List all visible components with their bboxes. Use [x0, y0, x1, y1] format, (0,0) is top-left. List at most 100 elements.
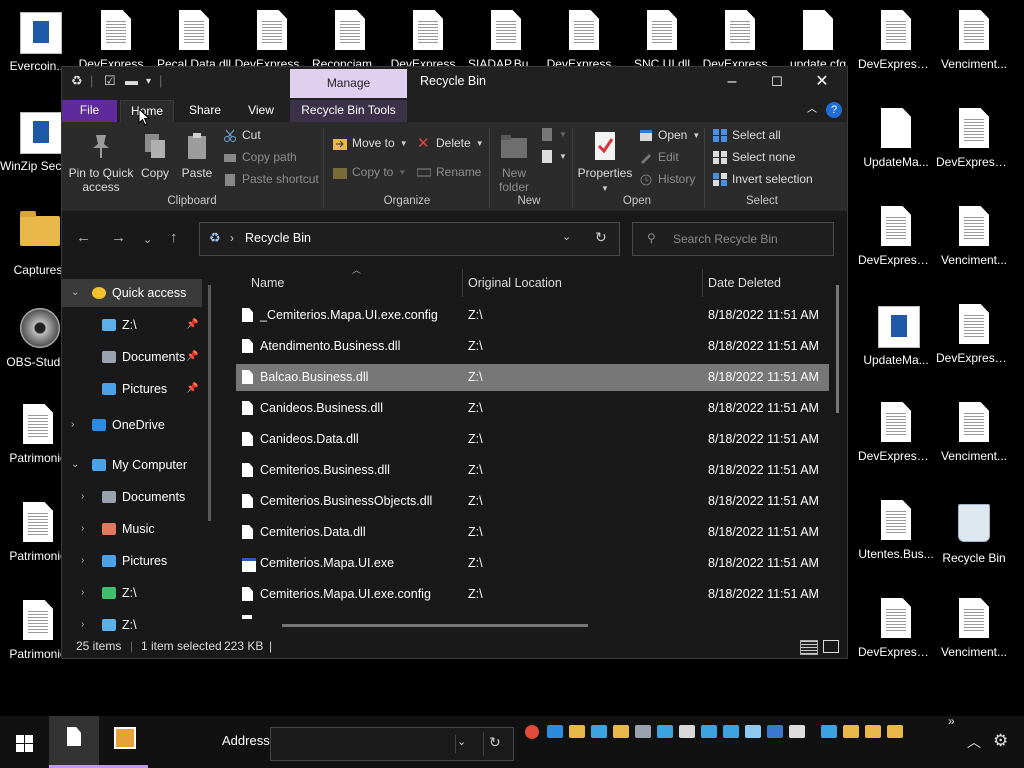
taskbar-media-button[interactable]: [98, 716, 148, 768]
desktop-icon[interactable]: DevExpress....: [936, 304, 1012, 365]
chevron-right-icon[interactable]: ›: [81, 483, 84, 511]
file-row[interactable]: Cemiterios.Data.dll Z:\ 8/18/2022 11:51 AM: [236, 519, 829, 546]
forward-arrow-icon[interactable]: →: [111, 229, 126, 246]
nav-item[interactable]: ⌄ My Computer: [62, 451, 202, 479]
desktop-icon[interactable]: Venciment...: [936, 402, 1012, 463]
chevron-down-icon[interactable]: ⌄: [71, 279, 79, 307]
column-header-original-location[interactable]: Original Location: [468, 271, 562, 295]
settings-gear-icon[interactable]: ⚙: [993, 731, 1008, 751]
toolbar-overflow-icon[interactable]: »: [948, 714, 955, 728]
nav-item[interactable]: › Pictures: [62, 547, 202, 575]
help-icon[interactable]: ?: [826, 102, 842, 118]
desktop-icon[interactable]: DevExpress...: [234, 10, 310, 71]
nav-item[interactable]: › Documents: [62, 483, 202, 511]
desktop-icon[interactable]: DevExpress....: [858, 402, 934, 463]
properties-qat-icon[interactable]: ☑: [104, 73, 116, 89]
chevron-right-icon[interactable]: ›: [81, 515, 84, 543]
taskbar-address-input[interactable]: ⌄ ↻: [270, 727, 514, 761]
app-shortcut-icon[interactable]: [657, 725, 673, 738]
file-row[interactable]: Balcao.Business.dll Z:\ 8/18/2022 11:51 AM: [236, 364, 829, 391]
nav-item[interactable]: ⌄ Quick access: [62, 279, 202, 307]
file-list-horizontal-scrollbar[interactable]: [282, 624, 588, 627]
large-icons-view-icon[interactable]: [823, 640, 839, 653]
collapse-ribbon-icon[interactable]: ︿: [804, 100, 820, 122]
up-arrow-icon[interactable]: ↑: [170, 229, 178, 246]
app-shortcut-icon[interactable]: [701, 725, 717, 738]
app-shortcut-icon[interactable]: [591, 725, 607, 738]
search-box[interactable]: ⚲ Search Recycle Bin: [632, 222, 834, 256]
folder-icon[interactable]: [843, 725, 859, 738]
file-row[interactable]: Cemiterios.BusinessObjects.dll Z:\ 8/18/20…: [236, 488, 829, 515]
move-to-button[interactable]: Move to ▼: [333, 136, 408, 150]
file-row[interactable]: Cemiterios.Business.dll Z:\ 8/18/2022 11:5…: [236, 457, 829, 484]
recent-locations-chevron-icon[interactable]: ⌄: [143, 233, 152, 246]
desktop-icon[interactable]: Recycle Bin: [936, 500, 1012, 565]
nav-item[interactable]: Z:\ 📌: [62, 311, 202, 339]
tab-view[interactable]: View: [238, 100, 284, 122]
file-row[interactable]: _Cemiterios.Mapa.UI.exe.config Z:\ 8/18/20…: [236, 302, 829, 329]
folder-icon[interactable]: [865, 725, 881, 738]
chevron-right-icon[interactable]: ›: [81, 579, 84, 607]
open-button[interactable]: Open ▼: [639, 128, 700, 142]
details-view-icon[interactable]: [800, 640, 818, 655]
app-shortcut-icon[interactable]: [745, 725, 761, 738]
paste-shortcut-button[interactable]: Paste shortcut: [223, 172, 319, 186]
tab-file[interactable]: File: [62, 100, 117, 122]
folder-icon[interactable]: [613, 725, 629, 738]
new-folder-qat-icon[interactable]: ▬: [125, 73, 138, 88]
desktop-icon[interactable]: DevExpress....: [858, 598, 934, 659]
file-list-vertical-scrollbar[interactable]: [836, 285, 839, 413]
desktop-icon[interactable]: DevExpress....: [858, 10, 934, 71]
file-row[interactable]: Cemiterios.Mapa.UI.exe Z:\ 8/18/2022 11:51…: [236, 550, 829, 577]
taskbar-explorer-button[interactable]: [49, 716, 99, 768]
app-shortcut-icon[interactable]: [789, 725, 805, 738]
easy-access-button[interactable]: ▼: [540, 150, 567, 163]
folder-icon[interactable]: [569, 725, 585, 738]
desktop-icon[interactable]: SNC.UI.dll: [624, 10, 700, 71]
tab-recycle-bin-tools[interactable]: Recycle Bin Tools: [290, 100, 407, 122]
tab-share[interactable]: Share: [182, 100, 228, 122]
desktop-icon[interactable]: update.cfg: [780, 10, 856, 71]
select-all-button[interactable]: Select all: [713, 128, 781, 142]
select-none-button[interactable]: Select none: [713, 150, 795, 164]
desktop-icon[interactable]: SIADAP.Bus...: [468, 10, 544, 71]
file-row[interactable]: Cemiterios.Mapa.UI.exe.config Z:\ 8/18/202…: [236, 581, 829, 608]
app-shortcut-icon[interactable]: [679, 725, 695, 738]
file-row[interactable]: Canideos.Data.dll Z:\ 8/18/2022 11:51 AM: [236, 426, 829, 453]
back-arrow-icon[interactable]: ←: [76, 229, 91, 246]
app-shortcut-icon[interactable]: [767, 725, 783, 738]
desktop-icon[interactable]: Utentes.Bus...: [858, 500, 934, 561]
copy-button[interactable]: Copy: [138, 132, 172, 180]
desktop-icon[interactable]: Venciment...: [936, 206, 1012, 267]
minimize-button[interactable]: –: [709, 67, 755, 98]
desktop-icon[interactable]: DevExpress...: [390, 10, 466, 71]
desktop-icon[interactable]: DevExpress...: [546, 10, 622, 71]
nav-item[interactable]: › Music: [62, 515, 202, 543]
nav-pane-scrollbar[interactable]: [208, 285, 211, 521]
nav-item[interactable]: Pictures 📌: [62, 375, 202, 403]
nav-item[interactable]: › OneDrive: [62, 411, 202, 439]
delete-button[interactable]: ✕ Delete ▼: [417, 136, 484, 151]
edit-button[interactable]: Edit: [639, 150, 679, 164]
file-row[interactable]: Canideos.Business.dll Z:\ 8/18/2022 11:51 …: [236, 395, 829, 422]
maximize-button[interactable]: ☐: [754, 67, 800, 98]
start-windows-icon[interactable]: [16, 735, 33, 752]
new-item-button[interactable]: ▼: [540, 128, 567, 141]
app-shortcut-icon[interactable]: [821, 725, 837, 738]
column-header-date-deleted[interactable]: Date Deleted: [708, 271, 781, 295]
history-button[interactable]: History: [639, 172, 695, 186]
desktop-icon[interactable]: DevExpress....: [936, 108, 1012, 169]
app-shortcut-icon[interactable]: [547, 725, 563, 738]
customize-qat-icon[interactable]: ▾: [146, 76, 151, 87]
chrome-icon[interactable]: [525, 725, 539, 739]
desktop-icon[interactable]: Venciment...: [936, 10, 1012, 71]
app-shortcut-icon[interactable]: [635, 725, 651, 738]
new-folder-button[interactable]: New folder: [493, 132, 535, 194]
desktop-icon[interactable]: UpdateMa...: [858, 108, 934, 169]
invert-selection-button[interactable]: Invert selection: [713, 172, 813, 186]
copy-to-button[interactable]: Copy to ▼: [333, 165, 406, 179]
nav-item[interactable]: › Z:\: [62, 579, 202, 607]
go-refresh-icon[interactable]: ↻: [489, 734, 501, 751]
chevron-right-icon[interactable]: ›: [81, 611, 84, 635]
nav-item[interactable]: › Z:\: [62, 611, 202, 635]
